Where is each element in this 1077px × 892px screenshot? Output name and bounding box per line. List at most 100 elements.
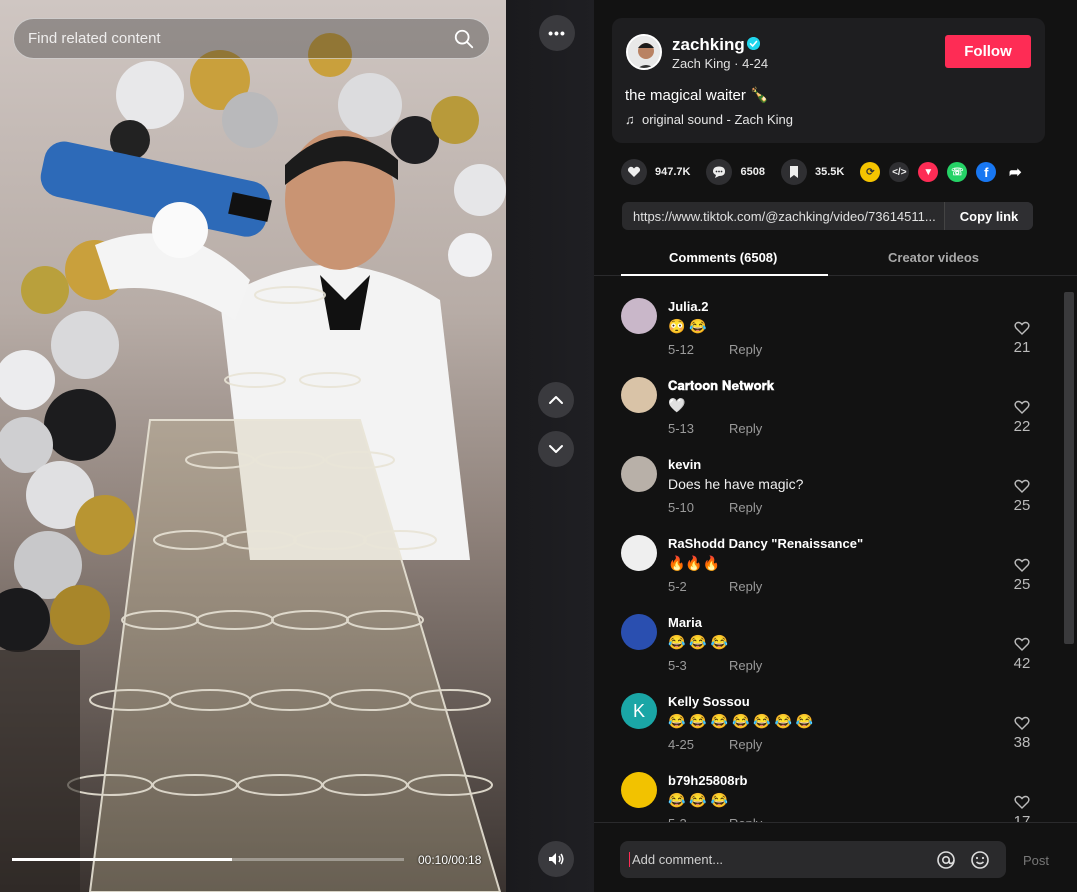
- comment-like-count: 21: [1013, 339, 1031, 356]
- reply-button[interactable]: Reply: [729, 342, 762, 357]
- comment-item: Maria 😂 😂 😂 5-3 Reply 42: [594, 606, 1077, 685]
- commenter-avatar[interactable]: K: [621, 693, 657, 729]
- video-progress-bar[interactable]: [12, 858, 404, 861]
- reply-button[interactable]: Reply: [729, 579, 762, 594]
- commenter-avatar[interactable]: [621, 535, 657, 571]
- bookmark-icon: [780, 159, 807, 185]
- reply-button[interactable]: Reply: [729, 500, 762, 515]
- commenter-name[interactable]: 𝐂𝐚𝐫𝐭𝐨𝐨𝐧 𝐍𝐞𝐭𝐰𝐨𝐫𝐤: [668, 378, 774, 394]
- comment-text: 🔥🔥🔥: [668, 555, 721, 571]
- next-video-button[interactable]: [538, 431, 574, 467]
- author-avatar-image: [628, 36, 660, 68]
- embed-icon[interactable]: </>: [889, 162, 910, 182]
- search-icon[interactable]: [453, 28, 475, 50]
- comment-count: 6508: [740, 166, 765, 178]
- comment-like-count: 25: [1013, 576, 1031, 593]
- tab-comments[interactable]: Comments (6508): [669, 250, 777, 265]
- search-input[interactable]: Find related content: [13, 18, 490, 59]
- save-action[interactable]: 35.5K: [780, 159, 845, 185]
- send-icon[interactable]: ▼: [918, 162, 939, 182]
- comment-heart-icon[interactable]: [1014, 320, 1030, 336]
- commenter-name[interactable]: kevin: [668, 457, 701, 472]
- post-info-card: zachking Zach King · 4-24 Follow the mag…: [612, 18, 1045, 143]
- commenter-avatar[interactable]: [621, 614, 657, 650]
- share-arrow-icon[interactable]: ➦: [1005, 162, 1025, 182]
- video-player[interactable]: Find related content 00:10/00:18: [0, 0, 506, 892]
- facebook-icon[interactable]: f: [976, 162, 997, 182]
- commenter-name[interactable]: Julia.2: [668, 299, 708, 314]
- search-placeholder: Find related content: [28, 30, 161, 47]
- panel-tabs: Comments (6508) Creator videos: [594, 240, 1077, 276]
- author-avatar[interactable]: [626, 34, 662, 70]
- comment-like-count: 17: [1013, 813, 1031, 822]
- comment-date: 5-2: [668, 579, 687, 594]
- author-nickname-date: Zach King · 4-24: [672, 56, 769, 71]
- whatsapp-icon[interactable]: ☏: [947, 162, 968, 182]
- comment-text: 😂 😂 😂: [668, 792, 729, 808]
- side-panel: zachking Zach King · 4-24 Follow the mag…: [594, 0, 1077, 892]
- reply-button[interactable]: Reply: [729, 737, 762, 752]
- like-count: 947.7K: [655, 166, 691, 178]
- comment-like-count: 42: [1013, 655, 1031, 672]
- comment-heart-icon[interactable]: [1014, 794, 1030, 810]
- video-navigation-strip: •••: [506, 0, 594, 892]
- repost-icon[interactable]: ⟳: [860, 162, 881, 182]
- comment-item: K Kelly Sossou 😂 😂 😂 😂 😂 😂 😂 4-25 Reply 38: [594, 685, 1077, 764]
- comment-heart-icon[interactable]: [1014, 557, 1030, 573]
- comment-item: 𝐂𝐚𝐫𝐭𝐨𝐨𝐧 𝐍𝐞𝐭𝐰𝐨𝐫𝐤 🤍 5-13 Reply 22: [594, 369, 1077, 448]
- comment-text: 😳 😂: [668, 318, 707, 334]
- commenter-avatar[interactable]: [621, 772, 657, 808]
- comment-text: 😂 😂 😂: [668, 634, 729, 650]
- mention-icon[interactable]: [936, 850, 956, 870]
- post-comment-button[interactable]: Post: [1023, 853, 1049, 868]
- commenter-avatar[interactable]: [621, 377, 657, 413]
- video-link[interactable]: https://www.tiktok.com/@zachking/video/7…: [622, 209, 944, 224]
- video-progress-fill: [12, 858, 232, 861]
- video-frame: [0, 33, 506, 892]
- comment-heart-icon[interactable]: [1014, 399, 1030, 415]
- commenter-name[interactable]: Maria: [668, 615, 702, 630]
- volume-button[interactable]: [538, 841, 574, 877]
- sound-row[interactable]: ♫ original sound - Zach King: [625, 112, 793, 127]
- comment-input[interactable]: Add comment...: [620, 841, 1006, 878]
- comment-item: b79h25808rb😂 😂 😂5-2Reply17: [594, 764, 1077, 822]
- video-link-box: https://www.tiktok.com/@zachking/video/7…: [622, 202, 1033, 230]
- comment-heart-icon[interactable]: [1014, 636, 1030, 652]
- comment-bubble-icon: [706, 159, 733, 185]
- comment-action[interactable]: 6508: [706, 159, 765, 185]
- tiktok-video-page: Find related content 00:10/00:18 ••• zac…: [0, 0, 1077, 892]
- reply-button[interactable]: Reply: [729, 421, 762, 436]
- comment-list[interactable]: Julia.2 😳 😂 5-12 Reply 21 𝐂𝐚𝐫𝐭𝐨𝐨𝐧 𝐍𝐞𝐭𝐰𝐨𝐫𝐤 🤍 5-1…: [594, 290, 1077, 822]
- sound-title: original sound - Zach King: [641, 112, 794, 127]
- comment-date: 5-10: [668, 500, 695, 515]
- commenter-avatar[interactable]: [621, 298, 657, 334]
- comment-text: 😂 😂 😂 😂 😂 😂 😂: [668, 713, 814, 729]
- verified-badge-icon: [747, 37, 760, 50]
- follow-button[interactable]: Follow: [945, 35, 1031, 68]
- comment-like-count: 22: [1013, 418, 1031, 435]
- comment-heart-icon[interactable]: [1014, 715, 1030, 731]
- comment-item: kevin Does he have magic? 5-10 Reply 25: [594, 448, 1077, 527]
- reply-button[interactable]: Reply: [729, 658, 762, 673]
- comment-date: 5-3: [668, 658, 687, 673]
- commenter-avatar[interactable]: [621, 456, 657, 492]
- comment-heart-icon[interactable]: [1014, 478, 1030, 494]
- commenter-name[interactable]: Kelly Sossou: [668, 694, 750, 709]
- save-count: 35.5K: [814, 166, 845, 178]
- heart-icon: [621, 159, 647, 185]
- video-description: the magical waiter 🍾: [625, 87, 769, 104]
- copy-link-button[interactable]: Copy link: [944, 202, 1033, 230]
- like-action[interactable]: 947.7K: [621, 159, 690, 185]
- comment-input-placeholder: Add comment...: [629, 852, 936, 867]
- emoji-icon[interactable]: [970, 850, 990, 870]
- commenter-name[interactable]: RaShodd Dancy "Renaissance": [668, 536, 863, 551]
- author-username[interactable]: zachking: [672, 35, 745, 55]
- previous-video-button[interactable]: [538, 382, 574, 418]
- action-bar: 947.7K 6508 35.5K ⟳ </> ▼ ☏ f ➦: [621, 159, 1034, 185]
- commenter-name[interactable]: b79h25808rb: [668, 773, 748, 788]
- video-timecode: 00:10/00:18: [418, 853, 482, 867]
- more-options-button[interactable]: •••: [539, 15, 575, 51]
- volume-icon: [549, 853, 564, 865]
- comment-date: 4-25: [668, 737, 695, 752]
- tab-creator-videos[interactable]: Creator videos: [888, 250, 979, 265]
